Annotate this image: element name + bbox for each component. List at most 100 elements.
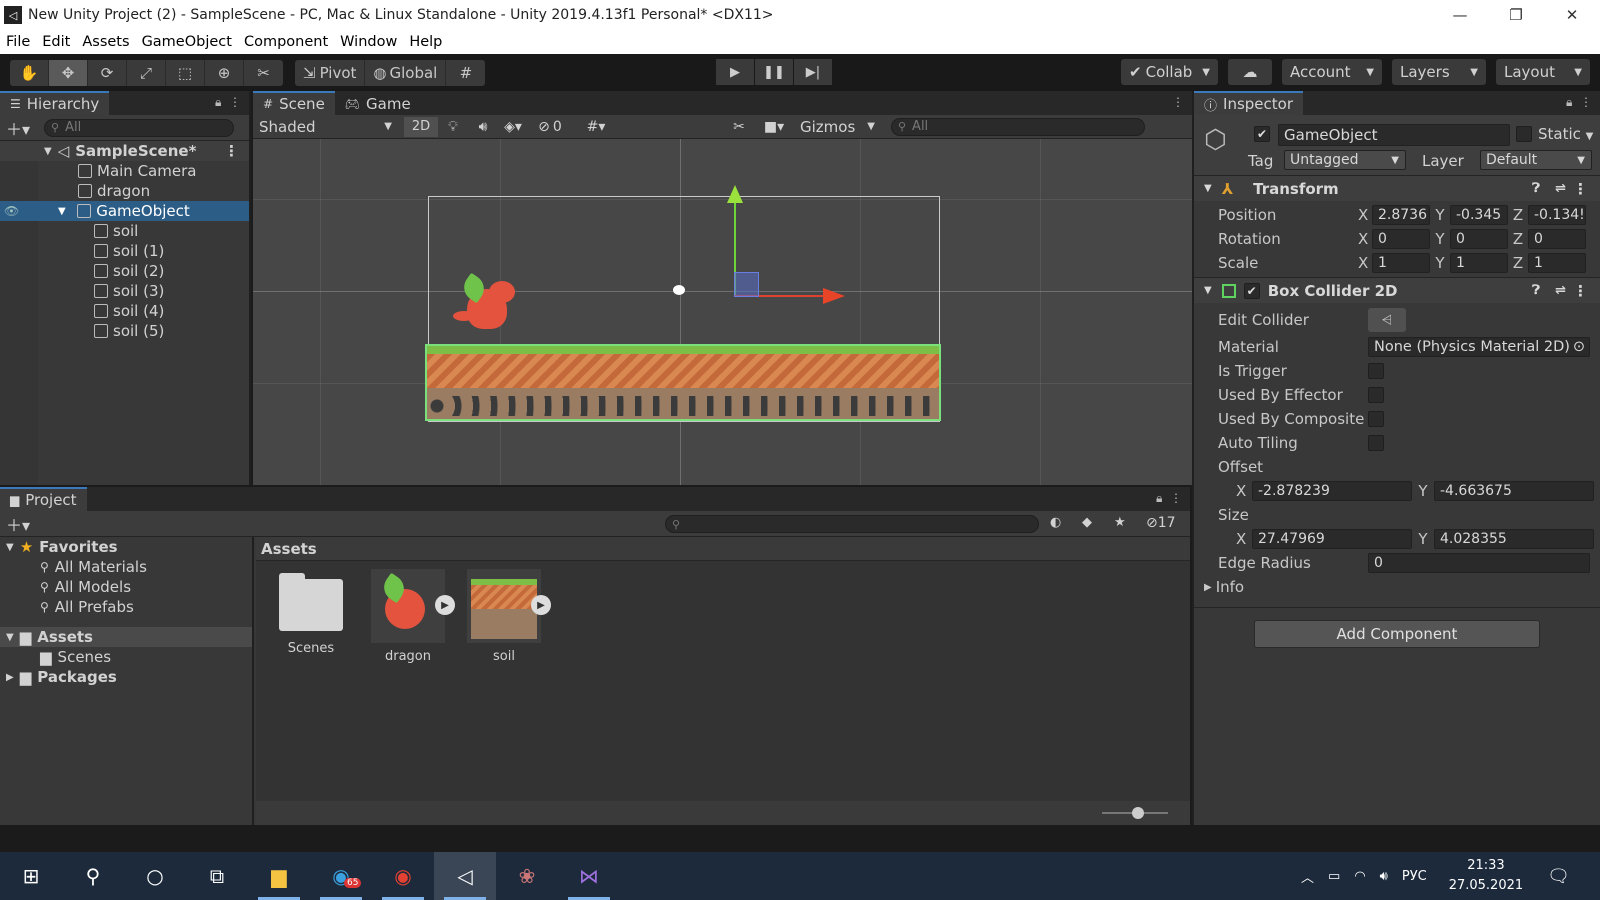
list-item[interactable]: soil (4) <box>0 301 249 321</box>
auto-tiling-checkbox[interactable] <box>1368 435 1384 451</box>
asset-item[interactable]: ▶ soil <box>464 569 551 664</box>
layer-dropdown[interactable]: Default ▼ <box>1480 150 1592 170</box>
wifi-icon[interactable]: ◠ <box>1354 869 1365 884</box>
tools-icon[interactable]: ✂ <box>724 119 754 135</box>
battery-icon[interactable]: ▭ <box>1328 869 1340 884</box>
kebab-menu-icon[interactable]: ⋮ <box>1170 491 1182 505</box>
pivot-toggle[interactable]: ⇲ Pivot <box>295 59 366 86</box>
rotation-x-field[interactable]: 0 <box>1372 229 1430 249</box>
lock-icon[interactable]: 🔒︎ <box>1566 95 1572 109</box>
rect-tool-icon[interactable]: ⬚ <box>166 59 205 86</box>
file-explorer-icon[interactable]: ▆ <box>248 852 310 900</box>
favorite-star-icon[interactable]: ★ <box>1114 515 1126 530</box>
restore-button[interactable]: ❐ <box>1488 0 1544 30</box>
zoom-slider-handle[interactable] <box>1132 807 1144 819</box>
static-dropdown[interactable]: Static ▼ <box>1538 125 1593 143</box>
tab-game[interactable]: 🎮︎ Game <box>334 91 421 115</box>
windows-start-icon[interactable]: ⊞ <box>0 852 62 900</box>
grid-snap-icon[interactable]: # <box>446 60 485 86</box>
object-picker-icon[interactable]: ⊙ <box>1573 339 1585 355</box>
help-icon[interactable]: ❓︎ <box>1532 181 1540 196</box>
scene-search-input[interactable]: ⚲ All <box>890 117 1145 136</box>
size-y-field[interactable]: 4.028355 <box>1434 529 1594 549</box>
list-item[interactable]: soil (1) <box>0 241 249 261</box>
add-object-button[interactable]: ＋▾ <box>6 116 30 140</box>
expand-sprite-icon[interactable]: ▶ <box>435 595 455 615</box>
menu-file[interactable]: File <box>0 34 36 50</box>
is-trigger-checkbox[interactable] <box>1368 363 1384 379</box>
kebab-menu-icon[interactable]: ⋮ <box>1573 282 1588 300</box>
kebab-menu-icon[interactable]: ⋮ <box>229 95 241 109</box>
unity-icon[interactable]: ◁ <box>434 852 496 900</box>
scale-y-field[interactable]: 1 <box>1450 253 1508 273</box>
tab-inspector[interactable]: ⓘ Inspector <box>1194 91 1303 115</box>
assets-folder-row[interactable]: ▼ ▆ Assets <box>0 627 252 647</box>
layers-dropdown[interactable]: Layers ▼ <box>1392 59 1486 85</box>
menu-component[interactable]: Component <box>238 34 334 50</box>
hidden-packages-toggle[interactable]: ⊘17 <box>1146 515 1176 531</box>
visibility-eye-icon[interactable]: 👁︎ <box>4 204 19 218</box>
position-y-field[interactable]: -0.345 <box>1450 205 1508 225</box>
language-indicator[interactable]: РУС <box>1402 869 1427 884</box>
list-item[interactable]: soil (2) <box>0 261 249 281</box>
play-button[interactable]: ▶ <box>716 59 754 85</box>
kebab-menu-icon[interactable]: ⋮ <box>1580 95 1592 109</box>
effects-toggle-icon[interactable]: ◈▾ <box>498 119 528 135</box>
visual-studio-icon[interactable]: ⋈ <box>558 852 620 900</box>
lock-icon[interactable]: 🔒︎ <box>215 95 221 109</box>
asset-item[interactable]: Scenes <box>276 573 346 656</box>
notifications-icon[interactable]: 🗨︎ <box>1547 866 1570 887</box>
cloud-button[interactable]: ☁ <box>1228 59 1272 85</box>
kebab-menu-icon[interactable]: ⋮ <box>1172 95 1184 109</box>
used-by-effector-checkbox[interactable] <box>1368 387 1384 403</box>
scale-tool-icon[interactable]: ⤢ <box>127 59 166 86</box>
size-x-field[interactable]: 27.47969 <box>1252 529 1412 549</box>
menu-window[interactable]: Window <box>334 34 403 50</box>
lock-icon[interactable]: 🔒︎ <box>1156 491 1162 505</box>
preset-icon[interactable]: ⇌ <box>1555 181 1566 196</box>
transform-header[interactable]: ▼ ⅄ Transform ❓︎ ⇌ ⋮ <box>1194 175 1600 201</box>
asset-item[interactable]: ▶ dragon <box>368 569 455 664</box>
tab-hierarchy[interactable]: ☰ Hierarchy <box>0 91 110 115</box>
breadcrumb-assets[interactable]: Assets <box>261 540 317 558</box>
soil-ground-sprite[interactable] <box>425 344 941 421</box>
menu-assets[interactable]: Assets <box>76 34 135 50</box>
edge-radius-field[interactable]: 0 <box>1368 553 1590 573</box>
position-z-field[interactable]: -0.134! <box>1528 205 1586 225</box>
account-dropdown[interactable]: Account ▼ <box>1282 59 1382 85</box>
active-checkbox[interactable]: ✔ <box>1254 126 1270 142</box>
position-x-field[interactable]: 2.8736 <box>1372 205 1430 225</box>
volume-icon[interactable]: 🔊︎ <box>1380 869 1388 884</box>
list-item[interactable]: soil (3) <box>0 281 249 301</box>
edit-collider-button[interactable]: ⩤ <box>1368 308 1406 332</box>
close-button[interactable]: ✕ <box>1544 0 1600 30</box>
list-item-selected[interactable]: 👁︎ ▼ GameObject <box>0 201 249 221</box>
search-icon[interactable]: ⚲ <box>62 852 124 900</box>
lighting-toggle-icon[interactable]: 💡︎ <box>438 119 468 135</box>
x-arrow-icon[interactable] <box>823 288 845 304</box>
filter-by-label-icon[interactable]: ◆ <box>1082 515 1092 530</box>
dragon-sprite[interactable] <box>449 272 523 343</box>
move-tool-icon[interactable]: ✥ <box>49 59 88 86</box>
material-object-field[interactable]: None (Physics Material 2D) ⊙ <box>1368 337 1590 357</box>
help-icon[interactable]: ❓︎ <box>1532 283 1540 298</box>
tab-project[interactable]: ▆ Project <box>0 487 87 511</box>
list-item[interactable]: soil (5) <box>0 321 249 341</box>
shading-mode-dropdown[interactable]: Shaded ▼ <box>253 115 398 139</box>
list-item[interactable]: Main Camera <box>0 161 249 181</box>
chrome-icon[interactable]: ◉ <box>372 852 434 900</box>
audio-toggle-icon[interactable]: 🔊︎ <box>468 119 498 135</box>
menu-edit[interactable]: Edit <box>36 34 76 50</box>
favorites-row[interactable]: ▼ ★ Favorites <box>0 537 252 557</box>
telegram-icon[interactable]: ◉ 65 <box>310 852 372 900</box>
scale-x-field[interactable]: 1 <box>1372 253 1430 273</box>
layout-dropdown[interactable]: Layout ▼ <box>1496 59 1590 85</box>
filter-by-type-icon[interactable]: ◐ <box>1050 515 1061 530</box>
scene-row[interactable]: ▼ ◁ SampleScene* ⋮ <box>0 141 249 161</box>
create-asset-button[interactable]: ＋▾ <box>6 512 30 536</box>
object-name-input[interactable]: GameObject <box>1278 124 1510 146</box>
offset-y-field[interactable]: -4.663675 <box>1434 481 1594 501</box>
collab-dropdown[interactable]: ✔ Collab ▼ <box>1121 59 1218 85</box>
used-by-composite-checkbox[interactable] <box>1368 411 1384 427</box>
rotation-z-field[interactable]: 0 <box>1528 229 1586 249</box>
